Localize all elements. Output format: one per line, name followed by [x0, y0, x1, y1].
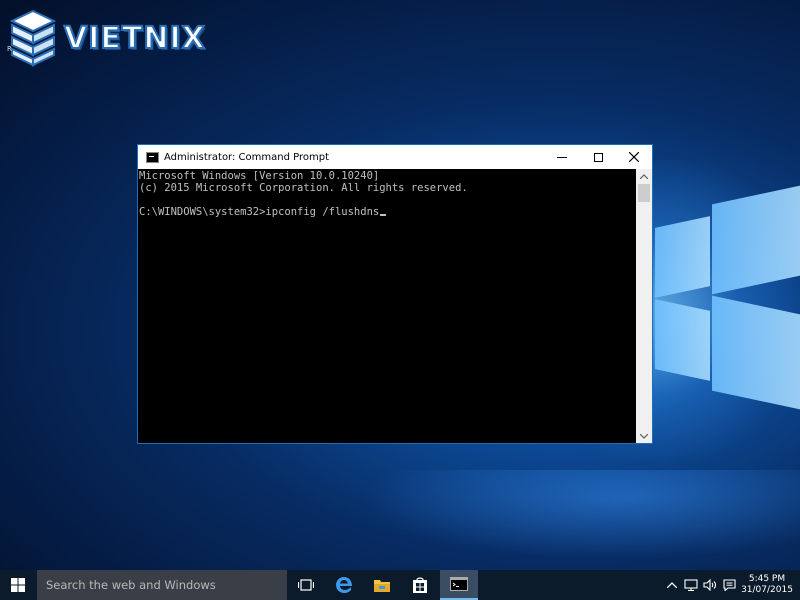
taskbar: Search the web and Windows 5:45 PM 31/07…: [0, 570, 800, 600]
chevron-down-icon: [640, 433, 648, 439]
window-titlebar[interactable]: Administrator: Command Prompt: [138, 145, 652, 169]
wallpaper-logo-pane: [655, 299, 710, 381]
wallpaper-logo-pane: [712, 185, 800, 295]
volume-icon: [703, 579, 717, 591]
wallpaper-glow: [360, 470, 800, 560]
console-prompt-line: C:\WINDOWS\system32>ipconfig /flushdns: [139, 206, 635, 218]
corner-letter: R: [7, 45, 12, 53]
command-prompt-icon: [146, 151, 159, 163]
command-prompt-icon: [450, 577, 468, 591]
start-button[interactable]: [0, 570, 36, 600]
scroll-up-button[interactable]: [636, 169, 652, 183]
vietnix-logo: VIETNIX: [8, 8, 206, 68]
maximize-icon: [593, 152, 603, 162]
file-explorer-icon: [374, 580, 390, 592]
minimize-button[interactable]: [544, 145, 580, 169]
store-icon: [413, 577, 427, 593]
volume-button[interactable]: [702, 570, 718, 600]
command-prompt-taskbar-button[interactable]: [440, 570, 478, 600]
start-icon: [11, 578, 25, 592]
console-line: Microsoft Windows [Version 10.0.10240]: [139, 170, 380, 182]
close-button[interactable]: [616, 145, 652, 169]
scroll-down-button[interactable]: [636, 429, 652, 443]
search-placeholder: Search the web and Windows: [46, 578, 216, 592]
text-cursor: [380, 214, 387, 216]
edge-button[interactable]: [325, 570, 363, 600]
chevron-up-icon: [667, 582, 677, 588]
action-center-icon: [722, 579, 736, 591]
network-icon: [684, 579, 698, 591]
minimize-icon: [557, 156, 567, 158]
console-command: C:\WINDOWS\system32>ipconfig /flushdns: [139, 206, 380, 218]
window-title: Administrator: Command Prompt: [164, 151, 329, 163]
show-hidden-icons-button[interactable]: [664, 570, 680, 600]
store-button[interactable]: [401, 570, 439, 600]
vertical-scrollbar[interactable]: [636, 169, 652, 443]
task-view-button[interactable]: [287, 570, 325, 600]
logo-text: VIETNIX: [63, 20, 206, 57]
command-prompt-window[interactable]: Administrator: Command Prompt Microsoft …: [137, 144, 653, 444]
file-explorer-button[interactable]: [363, 570, 401, 600]
search-box[interactable]: Search the web and Windows: [37, 570, 287, 600]
maximize-button[interactable]: [580, 145, 616, 169]
server-stack-icon: [8, 9, 58, 67]
task-view-icon: [298, 579, 314, 591]
chevron-up-icon: [640, 173, 648, 179]
edge-icon: [336, 577, 352, 593]
close-icon: [629, 152, 639, 162]
clock-date: 31/07/2015: [741, 585, 793, 595]
scroll-thumb[interactable]: [638, 184, 650, 202]
wallpaper-logo-pane: [655, 216, 710, 298]
clock-time: 5:45 PM: [748, 574, 786, 584]
network-button[interactable]: [683, 570, 699, 600]
console-line: ​: [139, 194, 635, 206]
wallpaper-logo-pane: [712, 295, 800, 410]
console-output[interactable]: Microsoft Windows [Version 10.0.10240] (c…: [138, 169, 636, 443]
console-line: (c) 2015 Microsoft Corporation. All righ…: [139, 182, 468, 194]
action-center-button[interactable]: [721, 570, 737, 600]
clock[interactable]: 5:45 PM 31/07/2015: [737, 570, 797, 600]
